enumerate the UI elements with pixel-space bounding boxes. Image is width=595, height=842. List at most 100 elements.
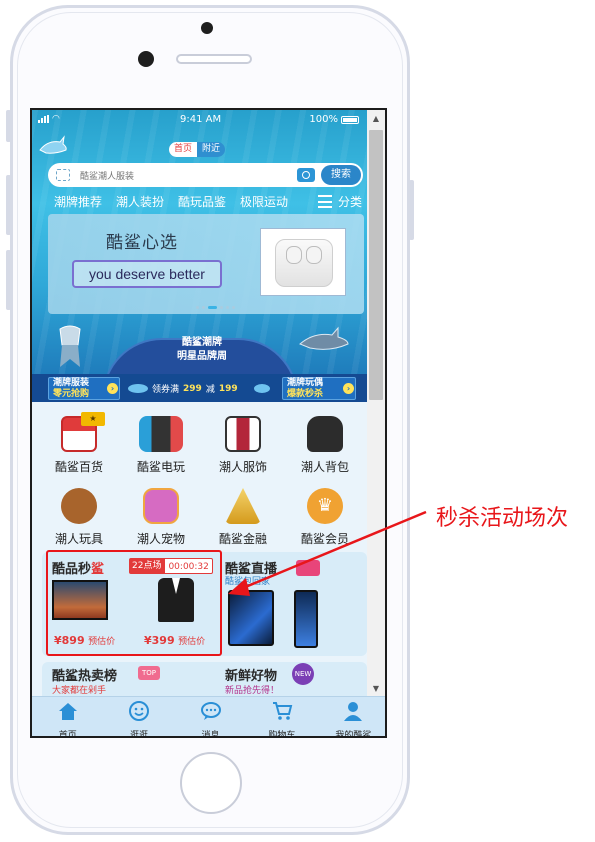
category-nav: 潮牌推荐 潮人装扮 酷玩品鉴 极限运动 xyxy=(54,193,288,210)
category-item[interactable]: 极限运动 xyxy=(240,193,288,210)
annotation-label: 秒杀活动场次 xyxy=(436,506,569,531)
shark-mascot-icon xyxy=(59,325,81,367)
category-item[interactable]: 酷玩品鉴 xyxy=(178,193,226,210)
backpack-icon xyxy=(307,416,343,452)
front-camera xyxy=(138,51,154,67)
shark-icon xyxy=(299,326,349,350)
grid-label: 潮人背包 xyxy=(300,460,349,474)
search-input[interactable]: 酷鲨潮人服装 xyxy=(80,169,297,182)
search-button[interactable]: 搜索 xyxy=(321,165,361,185)
annotation-highlight-box xyxy=(46,550,222,656)
volume-up-button xyxy=(6,175,11,235)
category-item[interactable]: 潮人装扮 xyxy=(116,193,164,210)
top-tabs: 首页 附近 xyxy=(169,142,226,157)
suit-icon xyxy=(225,416,261,452)
tab-browse[interactable]: 逛逛 xyxy=(103,697,174,738)
grid-label: 酷鲨电玩 xyxy=(136,460,185,474)
tab-profile[interactable]: 我的酷鲨 xyxy=(318,697,385,738)
scrollbar[interactable]: ▲ ▼ xyxy=(367,110,385,696)
grid-item-finance[interactable]: 酷鲨金融 xyxy=(202,488,284,547)
foldable-phone-image[interactable] xyxy=(228,590,274,646)
hero-banner[interactable]: 酷鲨心选 you deserve better xyxy=(48,214,364,314)
grid-item-fashion[interactable]: 潮人服饰 xyxy=(202,416,284,475)
promo-right-line2: 爆款秒杀 xyxy=(287,389,324,399)
grid-label: 潮人玩具 xyxy=(54,532,103,546)
bottom-tab-bar: 首页 逛逛 消息 购物车 我的酷鲨 xyxy=(32,696,385,738)
promo-free-grab[interactable]: 潮牌服装 零元抢购 › xyxy=(48,377,120,400)
airpods-product-image xyxy=(260,228,346,296)
home-icon xyxy=(58,703,77,720)
grid-label: 潮人宠物 xyxy=(136,532,185,546)
banner-title: 酷鲨心选 xyxy=(106,233,178,253)
tab-label: 首页 xyxy=(58,731,77,738)
tab-messages[interactable]: 消息 xyxy=(175,697,246,738)
tab-label: 我的酷鲨 xyxy=(335,731,372,738)
dome-line1: 酷鲨潮牌 xyxy=(182,337,222,348)
tab-label: 消息 xyxy=(201,731,220,738)
new-tag-icon: NEW xyxy=(292,663,314,685)
signal-icon xyxy=(38,115,49,123)
promo-strip: 潮牌服装 零元抢购 › 领券满 299 减 199 潮牌玩偶 爆款秒杀 › xyxy=(32,374,367,402)
coupon-mid: 减 xyxy=(205,385,215,395)
signal-indicators: ◠ xyxy=(38,114,60,124)
scan-icon[interactable] xyxy=(56,169,70,181)
top-tag-icon: TOP xyxy=(138,666,160,680)
grid-label: 酷鲨金融 xyxy=(218,532,267,546)
arrow-right-icon: › xyxy=(107,383,118,394)
cart-icon xyxy=(272,702,293,720)
tab-home[interactable]: 首页 xyxy=(169,142,198,157)
user-icon xyxy=(344,702,363,721)
scroll-up-icon[interactable]: ▲ xyxy=(367,110,385,126)
tab-nearby[interactable]: 附近 xyxy=(197,142,226,157)
hot-list-title[interactable]: 酷鲨热卖榜 xyxy=(52,665,117,684)
vip-badge-icon: ★ xyxy=(81,412,105,426)
grid-item-membership[interactable]: ♛ 酷鲨会员 xyxy=(284,488,366,547)
wifi-icon: ◠ xyxy=(52,114,60,124)
whale-icon xyxy=(253,384,270,393)
coupon-amount: 199 xyxy=(218,383,238,394)
store-icon: ★ xyxy=(61,412,105,452)
camera-search-icon[interactable] xyxy=(297,168,315,182)
promo-dome-text[interactable]: 酷鲨潮牌 明星品牌周 xyxy=(162,336,242,364)
carousel-dots xyxy=(196,306,235,309)
promo-doll-flash[interactable]: 潮牌玩偶 爆款秒杀 › xyxy=(282,377,356,400)
phone-product-image[interactable] xyxy=(294,590,318,648)
list-icon xyxy=(318,195,332,208)
fresh-title[interactable]: 新鲜好物 xyxy=(225,665,277,684)
status-bar: ◠ 9:41 AM 100% xyxy=(32,110,367,130)
live-subtitle: 酷鲨包回家 xyxy=(225,577,271,587)
fresh-subtitle: 新品抢先得！ xyxy=(225,686,280,696)
category-grid: ★ 酷鲨百货 酷鲨电玩 潮人服饰 潮人背包 潮人玩具 潮人宠物 酷鲨金融 ♛ 酷… xyxy=(32,406,367,550)
pet-icon xyxy=(143,488,179,524)
battery-indicator: 100% xyxy=(309,114,359,125)
home-button[interactable] xyxy=(180,752,242,814)
coupon-text[interactable]: 领券满 299 减 199 xyxy=(128,382,270,395)
crown-icon: ♛ xyxy=(307,488,343,524)
tab-cart[interactable]: 购物车 xyxy=(246,697,317,738)
scroll-thumb[interactable] xyxy=(369,130,383,400)
shark-logo-icon xyxy=(39,135,67,154)
teddy-bear-icon xyxy=(61,488,97,524)
scroll-down-icon[interactable]: ▼ xyxy=(367,680,385,696)
tab-label: 购物车 xyxy=(268,731,296,738)
grid-label: 酷鲨会员 xyxy=(300,532,349,546)
arrow-right-icon: › xyxy=(343,383,354,394)
grid-item-backpacks[interactable]: 潮人背包 xyxy=(284,416,366,475)
search-bar: 酷鲨潮人服装 搜索 xyxy=(48,163,363,187)
app-screen: ◠ 9:41 AM 100% 首页 附近 酷鲨潮人服装 搜索 潮牌推荐 潮人装扮… xyxy=(30,108,387,738)
grid-item-department-store[interactable]: ★ 酷鲨百货 xyxy=(38,412,120,475)
tab-label: 逛逛 xyxy=(130,731,149,738)
volume-down-button xyxy=(6,250,11,310)
status-time: 9:41 AM xyxy=(180,114,222,125)
category-more-button[interactable]: 分类 xyxy=(318,193,362,210)
category-item[interactable]: 潮牌推荐 xyxy=(54,193,102,210)
hot-list-subtitle: 大家都在剁手 xyxy=(52,686,107,696)
grid-label: 酷鲨百货 xyxy=(54,460,103,474)
grid-item-video-games[interactable]: 酷鲨电玩 xyxy=(120,416,202,475)
mute-switch xyxy=(6,110,11,142)
grid-item-pets[interactable]: 潮人宠物 xyxy=(120,488,202,547)
earpiece-speaker xyxy=(176,54,252,64)
grid-item-toys[interactable]: 潮人玩具 xyxy=(38,488,120,547)
battery-icon xyxy=(341,115,359,124)
tab-home[interactable]: 首页 xyxy=(32,697,103,738)
